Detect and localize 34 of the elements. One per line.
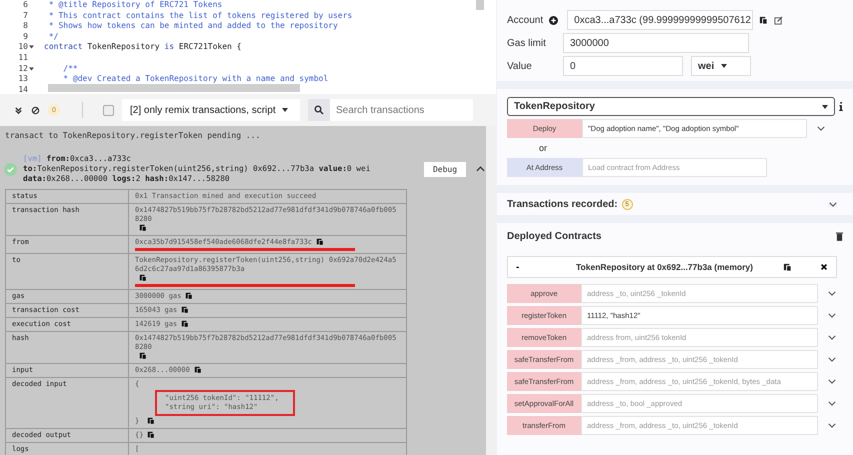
account-dropdown[interactable]: 0xca3...a733c (99.99999999999507612: [567, 10, 754, 30]
line-number: 10: [17, 42, 28, 53]
collapse-toggle[interactable]: -: [516, 262, 546, 272]
line-number: 14: [17, 84, 28, 94]
line-number: 6: [22, 0, 28, 11]
line-number: 7: [22, 10, 28, 22]
field-label: Gas limit: [507, 38, 547, 48]
section-title: Deployed Contracts: [507, 231, 602, 242]
line-number: 12: [17, 64, 28, 74]
search-field[interactable]: Search transactions: [330, 99, 473, 121]
or-label: or: [538, 142, 548, 155]
debug-button[interactable]: Debug: [424, 162, 466, 176]
unit-dropdown[interactable]: wei: [691, 56, 751, 76]
line-number: 11: [17, 52, 28, 64]
pending-message: transact to TokenRepository.registerToken pending ...: [4, 130, 262, 142]
section-title[interactable]: Transactions recorded:: [507, 198, 618, 210]
gas-limit-field[interactable]: 3000000: [563, 33, 749, 53]
code-line: * Shows how tokens can be minted and added to the repository: [48, 21, 338, 32]
value-field[interactable]: 0: [563, 56, 683, 76]
line-number: 9: [22, 32, 28, 42]
instance-title: TokenRepository at 0x692...77b3a (memory): [575, 262, 754, 272]
contract-instance-header[interactable]: - TokenRepository at 0x692...77b3a (memory): [507, 256, 837, 278]
field-label: Value: [507, 60, 533, 72]
line-number: 8: [22, 21, 28, 32]
code-line: */: [48, 32, 58, 42]
code-line: contract TokenRepository is ERC721Token {: [43, 42, 242, 53]
code-line: * @title Repository of ERC721 Tokens: [48, 0, 222, 11]
line-number: 13: [17, 74, 28, 85]
code-line: * This contract contains the list of tokens registered by users: [48, 10, 352, 22]
code-line: * @dev Created a TokenRepository with a name and symbol: [62, 74, 328, 85]
code-line: /**: [62, 64, 78, 74]
field-label: Account: [507, 14, 544, 26]
filter-dropdown[interactable]: [2] only remix transactions, script: [122, 99, 300, 121]
contract-dropdown[interactable]: TokenRepository: [507, 97, 835, 116]
